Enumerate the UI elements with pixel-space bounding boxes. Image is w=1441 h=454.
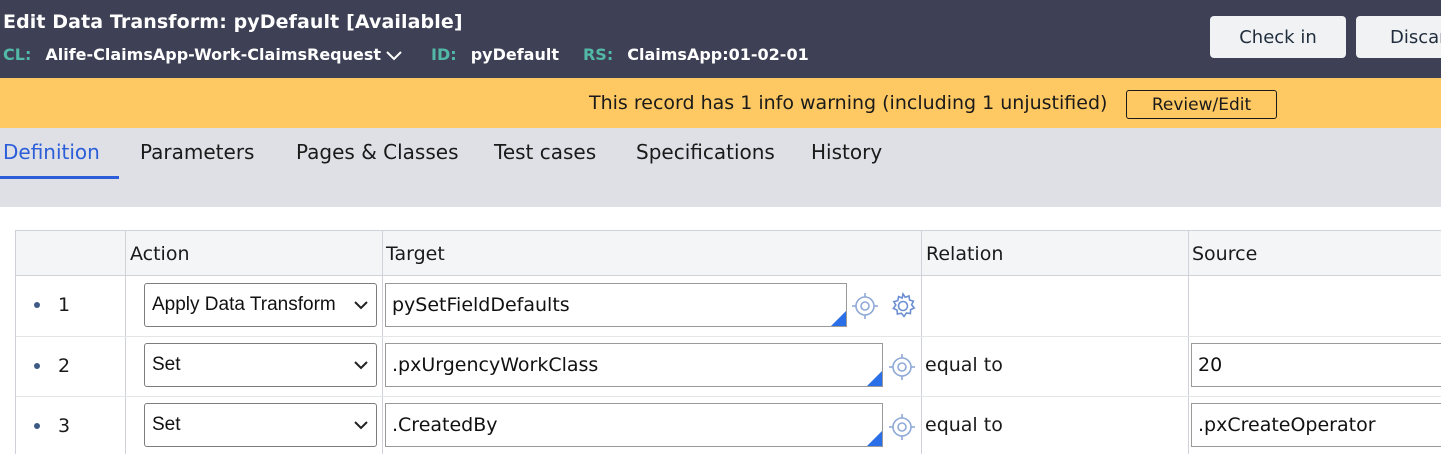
row-divider [16,396,1441,397]
action-select-value: Set [152,414,181,435]
id-label: ID: [431,45,457,64]
relation-text: equal to [925,354,1003,376]
gear-icon[interactable] [889,292,917,320]
tab-definition[interactable]: Definition [3,140,100,164]
record-header: Edit Data Transform: pyDefault [Availabl… [0,0,1441,78]
row-number: 1 [58,294,71,316]
autocomplete-corner-icon [831,311,846,326]
column-header-target: Target [386,242,445,265]
grid-header: Action Target Relation Source [16,231,1441,276]
crosshair-icon[interactable] [851,292,879,320]
row-number: 3 [58,415,71,437]
source-input[interactable]: 20 [1191,343,1441,387]
warning-text: This record has 1 info warning (includin… [589,92,1108,114]
action-select[interactable]: Set [144,403,377,447]
autocomplete-corner-icon [867,371,882,386]
active-tab-indicator [0,176,119,179]
target-input-value: pySetFieldDefaults [392,294,570,316]
id-value: pyDefault [470,45,559,64]
ruleset-label: RS: [582,45,614,64]
page-title: Edit Data Transform: pyDefault [Availabl… [3,11,463,33]
chevron-down-icon [354,361,368,370]
tab-pages-classes[interactable]: Pages & Classes [296,140,459,164]
action-select-value: Set [152,354,181,375]
action-select[interactable]: Set [144,343,377,387]
column-divider [1188,231,1189,454]
column-divider [921,231,922,454]
action-select-value: Apply Data Transform [152,294,336,315]
target-input-value: .CreatedBy [392,414,498,436]
source-input-value: .pxCreateOperator [1198,414,1376,436]
column-header-relation: Relation [926,242,1004,265]
action-select[interactable]: Apply Data Transform [144,283,377,327]
crosshair-icon[interactable] [888,353,916,381]
chevron-down-icon [354,301,368,310]
tab-parameters[interactable]: Parameters [140,140,254,164]
target-input-value: .pxUrgencyWorkClass [392,354,599,376]
crosshair-icon[interactable] [888,413,916,441]
row-number: 2 [58,355,71,377]
row-bullet [34,363,40,369]
column-header-source: Source [1192,242,1258,265]
chevron-down-icon[interactable] [385,49,403,61]
row-divider [16,336,1441,337]
target-input[interactable]: pySetFieldDefaults [385,283,847,327]
source-input[interactable]: .pxCreateOperator [1191,403,1441,447]
column-divider [125,231,126,454]
discard-button[interactable]: Discar [1356,16,1441,58]
target-input[interactable]: .pxUrgencyWorkClass [385,343,883,387]
class-value[interactable]: Alife-ClaimsApp-Work-ClaimsRequest [45,45,381,64]
review-edit-button[interactable]: Review/Edit [1126,90,1277,119]
check-in-button[interactable]: Check in [1210,16,1346,58]
row-bullet [34,423,40,429]
row-bullet [34,302,40,308]
column-header-action: Action [130,242,190,265]
class-label: CL: [3,45,32,64]
column-divider [382,231,383,454]
record-meta: CL: Alife-ClaimsApp-Work-ClaimsRequest I… [3,45,809,64]
chevron-down-icon [354,421,368,430]
tab-bar: Definition Parameters Pages & Classes Te… [0,128,1441,207]
tab-test-cases[interactable]: Test cases [494,140,596,164]
tab-specifications[interactable]: Specifications [636,140,775,164]
tab-history[interactable]: History [811,140,882,164]
autocomplete-corner-icon [867,431,882,446]
source-input-value: 20 [1198,354,1223,376]
target-input[interactable]: .CreatedBy [385,403,883,447]
relation-text: equal to [925,414,1003,436]
ruleset-value: ClaimsApp:01-02-01 [627,45,809,64]
